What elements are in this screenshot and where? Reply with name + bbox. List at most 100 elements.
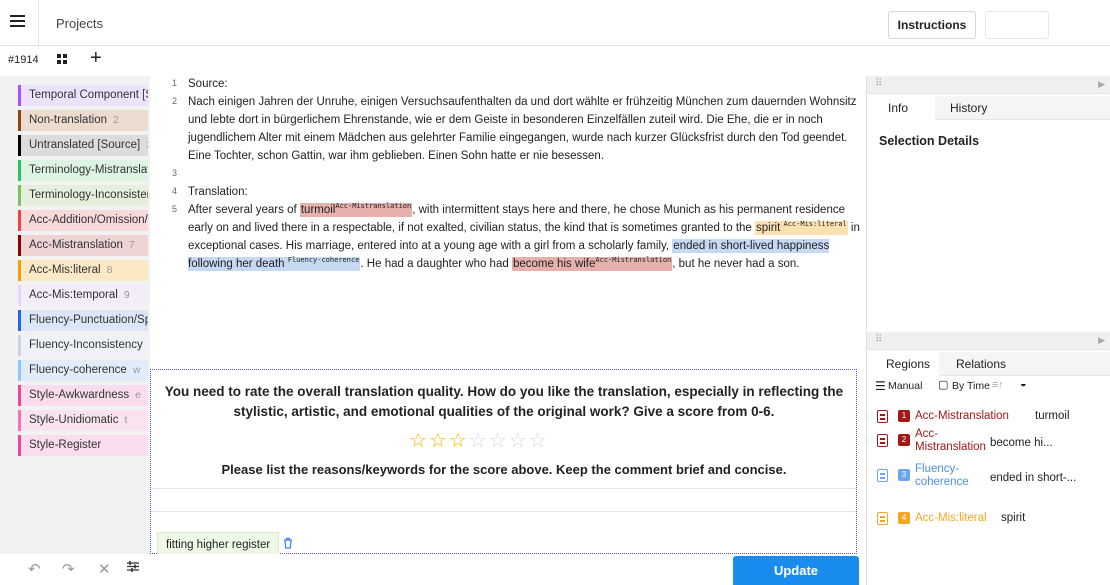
region-number: 4 bbox=[898, 512, 910, 524]
highlight-region-4[interactable]: spirit Acc-Mis:literal bbox=[755, 221, 848, 235]
label-name: Acc-Mistranslation bbox=[29, 239, 123, 251]
star-icon[interactable]: ☆ bbox=[429, 428, 447, 453]
label-item[interactable]: Acc-Addition/Omission/ bbox=[18, 210, 148, 231]
panel-drag-handle[interactable]: ⠿ ▶ bbox=[867, 332, 1110, 350]
star-icon[interactable]: ☆ bbox=[509, 428, 527, 453]
label-item[interactable]: Fluency-coherence w bbox=[18, 360, 148, 381]
update-button[interactable]: Update bbox=[733, 556, 859, 585]
label-item[interactable]: Acc-Mis:temporal 9 bbox=[18, 285, 148, 306]
document-icon bbox=[877, 469, 888, 482]
star-icon[interactable]: ☆ bbox=[489, 428, 507, 453]
label-hotkey: 9 bbox=[123, 289, 130, 301]
line-number: 5 bbox=[172, 204, 178, 214]
label-item[interactable]: Non-translation 2 bbox=[18, 110, 148, 131]
highlight-text: turmoil bbox=[300, 204, 336, 216]
plus-icon[interactable]: + bbox=[90, 48, 102, 68]
projects-breadcrumb[interactable]: Projects bbox=[56, 16, 103, 31]
region-label: Acc-Mis:literal bbox=[915, 512, 987, 524]
line-number: 1 bbox=[172, 78, 178, 88]
document-icon bbox=[877, 434, 888, 447]
source-text[interactable]: Nach einigen Jahren der Unruhe, einigen … bbox=[188, 93, 860, 165]
regions-tabs: Regions Relations bbox=[867, 352, 1110, 376]
label-item[interactable]: Style-Register bbox=[18, 435, 148, 456]
collapse-icon[interactable]: ▶ bbox=[1098, 335, 1105, 346]
eye-icon[interactable]: ◒ bbox=[1020, 378, 1027, 390]
translation-heading: Translation: bbox=[188, 186, 248, 198]
line-number: 4 bbox=[172, 186, 178, 196]
star-icon[interactable]: ☆ bbox=[469, 428, 487, 453]
star-icon[interactable]: ☆ bbox=[449, 428, 467, 453]
label-name: Acc-Mis:temporal bbox=[29, 289, 118, 301]
label-name: Non-translation bbox=[29, 114, 107, 126]
highlight-text: become his wife bbox=[512, 258, 596, 270]
document-icon bbox=[877, 410, 888, 423]
label-hotkey: t bbox=[124, 414, 128, 426]
star-icon[interactable]: ☆ bbox=[529, 428, 547, 453]
undo-icon[interactable]: ↶ bbox=[28, 560, 41, 578]
tab-relations[interactable]: Relations bbox=[956, 357, 1006, 371]
label-name: Acc-Addition/Omission/ bbox=[29, 214, 148, 226]
text-span: After several years of bbox=[188, 204, 300, 216]
drag-icon[interactable]: ⠿ bbox=[875, 334, 883, 345]
sort-controls: ☰ Manual ▢ By Time ≡↑ ◒ bbox=[875, 378, 1105, 394]
text-span: . He had a daughter who had bbox=[360, 258, 512, 270]
instructions-button[interactable]: Instructions bbox=[888, 11, 976, 39]
grid-icon[interactable] bbox=[57, 54, 68, 65]
label-item[interactable]: Terminology-Inconsister bbox=[18, 185, 148, 206]
tab-history[interactable]: History bbox=[950, 101, 987, 115]
close-icon[interactable]: ✕ bbox=[98, 560, 111, 578]
trash-icon[interactable] bbox=[283, 537, 293, 552]
region-text: turmoil bbox=[1035, 410, 1070, 422]
label-item[interactable]: Acc-Mis:literal 8 bbox=[18, 260, 148, 281]
sort-order-icon[interactable]: ≡↑ bbox=[992, 379, 1003, 391]
comment-input[interactable] bbox=[151, 488, 856, 512]
label-name: Terminology-Mistranslat bbox=[29, 164, 148, 176]
text-editor[interactable]: 1 Source: 2 Nach einigen Jahren der Unru… bbox=[150, 76, 865, 366]
drag-icon[interactable]: ⠿ bbox=[875, 78, 883, 89]
label-item[interactable]: Fluency-Inconsistency bbox=[18, 335, 148, 356]
panel-drag-handle[interactable]: ⠿ ▶ bbox=[867, 76, 1110, 94]
region-number: 2 bbox=[898, 434, 910, 446]
top-bar: Projects Instructions bbox=[0, 0, 1110, 46]
label-item[interactable]: Acc-Mistranslation 7 bbox=[18, 235, 148, 256]
label-name: Style-Awkwardness bbox=[29, 389, 130, 401]
line-number: 3 bbox=[172, 168, 178, 178]
rating-question: You need to rate the overall translation… bbox=[164, 384, 844, 419]
label-item[interactable]: Style-Awkwardness e bbox=[18, 385, 148, 406]
star-icon[interactable]: ☆ bbox=[409, 428, 427, 453]
star-rating[interactable]: ☆ ☆ ☆ ☆ ☆ ☆ ☆ bbox=[409, 428, 549, 453]
label-item[interactable]: Terminology-Mistranslat bbox=[18, 160, 148, 181]
sort-manual-button[interactable]: Manual bbox=[888, 380, 922, 392]
tab-info[interactable]: Info bbox=[888, 101, 908, 115]
region-label: Fluency-coherence bbox=[915, 463, 969, 488]
label-hotkey: 7 bbox=[128, 239, 135, 251]
redo-icon[interactable]: ↷ bbox=[62, 560, 75, 578]
label-name: Terminology-Inconsister bbox=[29, 189, 148, 201]
line-number: 2 bbox=[172, 96, 178, 106]
label-item[interactable]: Temporal Component [S bbox=[18, 85, 148, 106]
label-name: Untranslated [Source] bbox=[29, 139, 141, 151]
region-number: 1 bbox=[898, 410, 910, 422]
collapse-icon[interactable]: ▶ bbox=[1098, 79, 1105, 90]
highlight-label: Fluency-coherence bbox=[287, 256, 360, 265]
sort-by-time-button[interactable]: By Time bbox=[952, 380, 990, 392]
label-item[interactable]: Fluency-Punctuation/Sp bbox=[18, 310, 148, 331]
list-icon: ☰ bbox=[875, 379, 886, 393]
highlight-region-2[interactable]: become his wifeAcc-Mistranslation bbox=[511, 257, 673, 271]
hamburger-icon[interactable] bbox=[10, 15, 25, 27]
label-hotkey: w bbox=[132, 364, 141, 376]
sliders-icon[interactable] bbox=[126, 560, 140, 577]
label-hotkey: e bbox=[135, 389, 141, 401]
labels-sidebar: Temporal Component [S Non-translation 2 Unt… bbox=[0, 76, 150, 554]
tab-regions[interactable]: Regions bbox=[886, 357, 930, 371]
label-item[interactable]: Style-Unidiomatic t bbox=[18, 410, 148, 431]
highlight-region-1[interactable]: turmoilAcc-Mistranslation bbox=[299, 202, 413, 217]
label-hotkey: 2 bbox=[112, 114, 119, 126]
task-id: #1914 bbox=[8, 54, 39, 66]
highlight-label: Acc-Mistranslation bbox=[335, 202, 412, 211]
translation-text[interactable]: After several years of turmoilAcc-Mistra… bbox=[188, 201, 860, 273]
blank-button[interactable] bbox=[985, 11, 1049, 39]
label-item[interactable]: Untranslated [Source] 3 bbox=[18, 135, 148, 156]
divider bbox=[38, 0, 39, 46]
highlight-text: spirit bbox=[756, 222, 781, 234]
